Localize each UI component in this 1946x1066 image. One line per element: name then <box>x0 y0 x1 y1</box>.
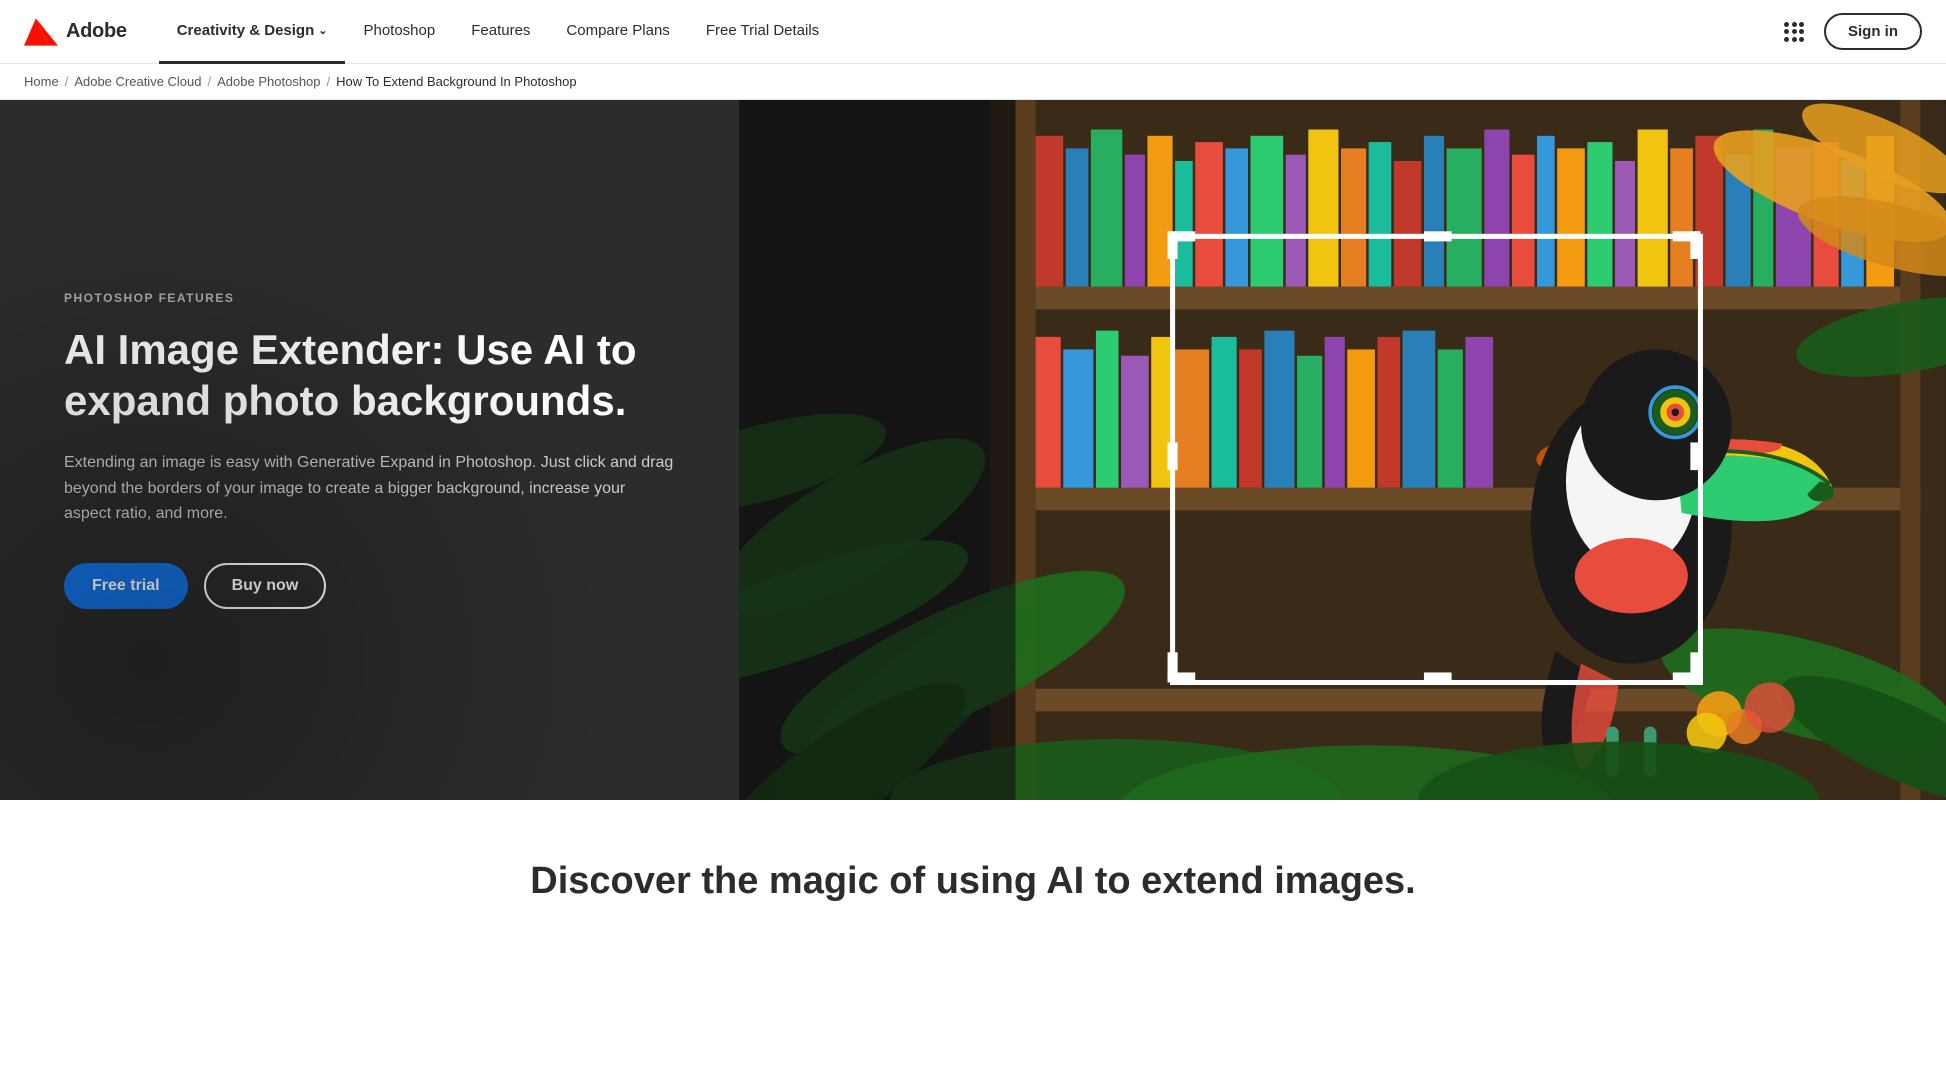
breadcrumb-adobe-photoshop[interactable]: Adobe Photoshop <box>217 74 320 89</box>
hero-scene <box>739 100 1946 800</box>
hero-image <box>739 100 1946 800</box>
hero-left-panel: PHOTOSHOP FEATURES AI Image Extender: Us… <box>0 100 739 800</box>
nav-right: Sign in <box>1780 13 1922 50</box>
breadcrumb-home[interactable]: Home <box>24 74 59 89</box>
hero-description: Extending an image is easy with Generati… <box>64 450 675 527</box>
discover-section: Discover the magic of using AI to extend… <box>0 800 1946 943</box>
hero-section: PHOTOSHOP FEATURES AI Image Extender: Us… <box>0 100 1946 800</box>
nav-link-features[interactable]: Features <box>453 0 548 64</box>
breadcrumb-separator-3: / <box>327 74 331 89</box>
grid-icon <box>1784 22 1804 42</box>
nav-link-photoshop[interactable]: Photoshop <box>345 0 453 64</box>
nav-link-creativity-design[interactable]: Creativity & Design ⌄ <box>159 0 346 64</box>
hero-tag: PHOTOSHOP FEATURES <box>64 291 675 305</box>
nav-creativity-design-label: Creativity & Design <box>177 22 315 39</box>
breadcrumb-separator-1: / <box>65 74 69 89</box>
adobe-logo-icon <box>24 18 58 46</box>
breadcrumb-separator-2: / <box>208 74 212 89</box>
breadcrumb-current-page: How To Extend Background In Photoshop <box>336 74 576 89</box>
nav-free-trial-details-label: Free Trial Details <box>706 22 819 39</box>
discover-title: Discover the magic of using AI to extend… <box>24 860 1922 903</box>
hero-title: AI Image Extender: Use AI to expand phot… <box>64 325 675 426</box>
chevron-down-icon: ⌄ <box>318 24 327 37</box>
nav-photoshop-label: Photoshop <box>363 22 435 39</box>
apps-grid-button[interactable] <box>1780 18 1808 46</box>
nav-link-compare-plans[interactable]: Compare Plans <box>548 0 687 64</box>
nav-features-label: Features <box>471 22 530 39</box>
sign-in-button[interactable]: Sign in <box>1824 13 1922 50</box>
hero-right-panel <box>739 100 1946 800</box>
adobe-brand-name: Adobe <box>66 20 127 43</box>
nav-link-free-trial-details[interactable]: Free Trial Details <box>688 0 837 64</box>
breadcrumb-adobe-creative-cloud[interactable]: Adobe Creative Cloud <box>74 74 201 89</box>
nav-compare-plans-label: Compare Plans <box>566 22 669 39</box>
hero-buttons: Free trial Buy now <box>64 563 675 609</box>
nav-links: Creativity & Design ⌄ Photoshop Features… <box>159 0 1780 64</box>
buy-now-button[interactable]: Buy now <box>204 563 327 609</box>
navbar: Adobe Creativity & Design ⌄ Photoshop Fe… <box>0 0 1946 64</box>
breadcrumb: Home / Adobe Creative Cloud / Adobe Phot… <box>0 64 1946 100</box>
free-trial-button[interactable]: Free trial <box>64 563 188 609</box>
adobe-logo-link[interactable]: Adobe <box>24 18 127 46</box>
